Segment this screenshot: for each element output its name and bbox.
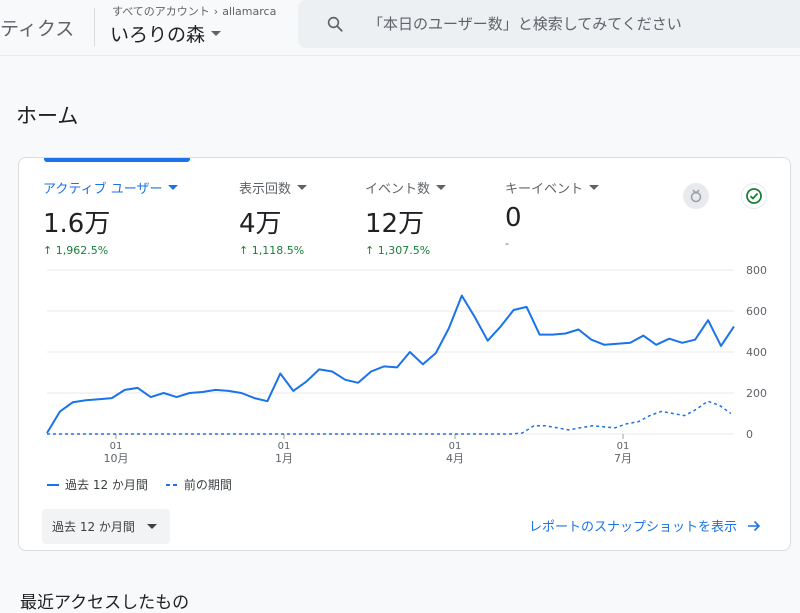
metric-label[interactable]: キーイベント bbox=[505, 178, 600, 197]
chevron-down-icon bbox=[589, 185, 600, 190]
y-tick-label: 600 bbox=[746, 305, 767, 318]
series-line-current bbox=[46, 294, 735, 434]
legend-dashed-line bbox=[165, 483, 178, 486]
legend-solid-line bbox=[47, 483, 59, 486]
chart-legend: 過去 12 か月間 前の期間 bbox=[47, 476, 232, 493]
snapshot-link-label: レポートのスナップショットを表示 bbox=[529, 520, 738, 535]
metric-value: 1.6万 bbox=[43, 209, 111, 239]
search-bar[interactable] bbox=[298, 0, 800, 48]
arrow-right-icon bbox=[748, 520, 761, 531]
metric-label[interactable]: 表示回数 bbox=[239, 178, 308, 197]
x-tick-month: 4月 bbox=[446, 452, 464, 465]
search-icon bbox=[327, 16, 343, 32]
breadcrumb[interactable]: すべてのアカウント › allamarca bbox=[112, 3, 276, 19]
y-tick-label: 400 bbox=[746, 346, 767, 359]
header-divider bbox=[94, 8, 95, 46]
chevron-down-icon bbox=[146, 524, 157, 529]
y-tick-label: 800 bbox=[746, 264, 767, 277]
check-circle-icon[interactable] bbox=[741, 183, 767, 209]
x-tick-month: 1月 bbox=[275, 452, 293, 465]
series-line-previous bbox=[47, 400, 732, 435]
metric-event-count[interactable]: イベント数 12万 ↑ 1,307.5% bbox=[365, 178, 447, 257]
y-tick-label: 200 bbox=[746, 387, 767, 400]
metric-value: 0 bbox=[505, 203, 522, 233]
date-range-label: 過去 12 か月間 bbox=[52, 520, 135, 534]
metric-key-events[interactable]: キーイベント 0 - bbox=[505, 178, 600, 250]
x-tick-month: 7月 bbox=[614, 452, 632, 465]
active-tab-indicator bbox=[44, 158, 190, 162]
search-input[interactable] bbox=[368, 10, 788, 38]
y-tick-label: 0 bbox=[746, 428, 753, 441]
app-name[interactable]: ティクス bbox=[0, 14, 74, 41]
x-tick-month: 10月 bbox=[104, 452, 129, 465]
x-tick-day: 01 bbox=[449, 441, 462, 452]
insights-icon[interactable] bbox=[683, 183, 709, 209]
chevron-right-icon: › bbox=[213, 4, 219, 18]
chevron-down-icon bbox=[168, 185, 179, 190]
metric-label-text: アクティブ ユーザー bbox=[43, 182, 163, 197]
legend-item-current: 過去 12 か月間 bbox=[47, 476, 148, 493]
legend-label: 過去 12 か月間 bbox=[65, 478, 148, 492]
metric-value: 12万 bbox=[365, 209, 425, 239]
date-range-dropdown[interactable]: 過去 12 か月間 bbox=[42, 509, 170, 544]
metric-change: - bbox=[505, 237, 509, 250]
legend-label: 前の期間 bbox=[183, 478, 232, 492]
legend-item-previous: 前の期間 bbox=[165, 476, 232, 493]
page-title: ホーム bbox=[16, 104, 79, 128]
overview-card: アクティブ ユーザー 1.6万 ↑ 1,962.5% 表示回数 4万 ↑ 1,1… bbox=[18, 157, 791, 551]
metric-active-users[interactable]: アクティブ ユーザー 1.6万 ↑ 1,962.5% bbox=[43, 178, 179, 257]
property-selector[interactable]: いろりの森 bbox=[110, 20, 222, 47]
x-tick-day: 01 bbox=[110, 441, 123, 452]
chevron-down-icon bbox=[211, 31, 222, 36]
recent-section-title: 最近アクセスしたもの bbox=[20, 593, 190, 613]
metric-label-text: イベント数 bbox=[365, 182, 431, 197]
breadcrumb-all-accounts[interactable]: すべてのアカウント bbox=[112, 3, 210, 19]
view-snapshot-link[interactable]: レポートのスナップショットを表示 bbox=[529, 516, 761, 535]
metric-label-text: キーイベント bbox=[505, 182, 584, 197]
breadcrumb-account[interactable]: allamarca bbox=[222, 5, 276, 18]
top-bar: ティクス すべてのアカウント › allamarca いろりの森 bbox=[0, 0, 800, 56]
metric-value: 4万 bbox=[239, 209, 282, 239]
metric-views[interactable]: 表示回数 4万 ↑ 1,118.5% bbox=[239, 178, 308, 257]
x-tick-day: 01 bbox=[278, 441, 291, 452]
property-name: いろりの森 bbox=[110, 24, 206, 46]
x-tick-day: 01 bbox=[617, 441, 630, 452]
chevron-down-icon bbox=[436, 185, 447, 190]
metric-label-text: 表示回数 bbox=[239, 182, 292, 197]
line-chart: 80060040020000110月011月014月017月 bbox=[46, 264, 767, 465]
chevron-down-icon bbox=[297, 185, 308, 190]
metric-label[interactable]: イベント数 bbox=[365, 178, 447, 197]
metric-label[interactable]: アクティブ ユーザー bbox=[43, 178, 179, 197]
